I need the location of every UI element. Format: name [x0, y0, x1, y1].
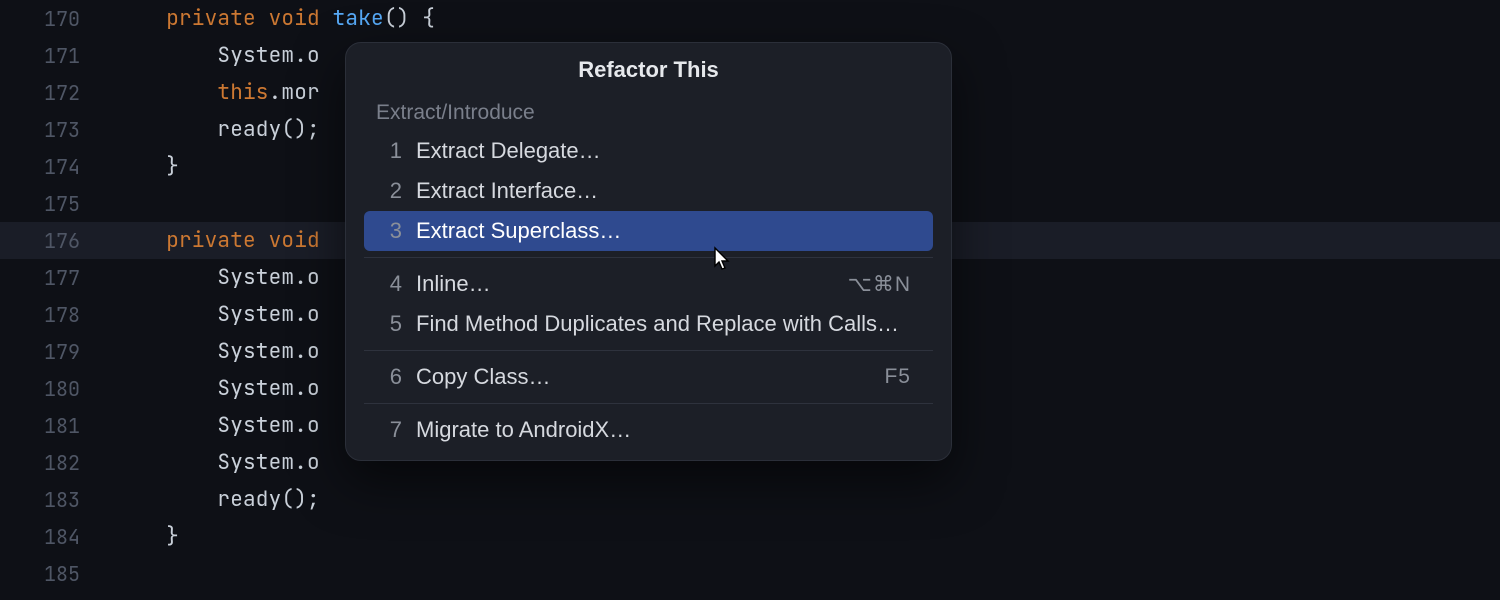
menu-item-label: Migrate to AndroidX… — [416, 417, 911, 443]
menu-item[interactable]: 1Extract Delegate… — [364, 131, 933, 171]
code-text: ready(); — [115, 486, 320, 513]
code-text: System.o — [115, 301, 320, 328]
menu-item-number: 1 — [364, 138, 416, 164]
menu-item-number: 2 — [364, 178, 416, 204]
code-text: System.o — [115, 42, 320, 69]
line-number: 170 — [0, 6, 115, 32]
menu-item-label: Extract Delegate… — [416, 138, 911, 164]
line-number: 181 — [0, 413, 115, 439]
code-text: private void take() { — [115, 5, 435, 32]
menu-item[interactable]: 5Find Method Duplicates and Replace with… — [364, 304, 933, 344]
line-number: 172 — [0, 80, 115, 106]
line-number: 176 — [0, 228, 115, 254]
code-text: System.o — [115, 412, 320, 439]
line-number: 173 — [0, 117, 115, 143]
menu-item[interactable]: 3Extract Superclass… — [364, 211, 933, 251]
code-text: System.o — [115, 338, 320, 365]
line-number: 178 — [0, 302, 115, 328]
menu-item-label: Extract Interface… — [416, 178, 911, 204]
menu-item[interactable]: 4Inline…⌥⌘N — [364, 264, 933, 304]
menu-item-label: Copy Class… — [416, 364, 884, 390]
line-number: 184 — [0, 524, 115, 550]
menu-item-label: Extract Superclass… — [416, 218, 911, 244]
line-number: 183 — [0, 487, 115, 513]
code-text: System.o — [115, 264, 320, 291]
code-text: } — [115, 523, 179, 550]
code-line[interactable]: 185 — [0, 555, 1500, 592]
popup-section-header: Extract/Introduce — [346, 93, 951, 131]
menu-item-number: 6 — [364, 364, 416, 390]
code-text: this.mor — [115, 79, 320, 106]
menu-separator — [364, 257, 933, 258]
menu-separator — [364, 403, 933, 404]
line-number: 180 — [0, 376, 115, 402]
line-number: 182 — [0, 450, 115, 476]
code-text: ready(); — [115, 116, 320, 143]
menu-item-number: 3 — [364, 218, 416, 244]
line-number: 185 — [0, 561, 115, 587]
popup-title: Refactor This — [346, 43, 951, 93]
menu-item-number: 5 — [364, 311, 416, 337]
line-number: 171 — [0, 43, 115, 69]
menu-item-label: Inline… — [416, 271, 848, 297]
line-number: 174 — [0, 154, 115, 180]
menu-separator — [364, 350, 933, 351]
menu-item-shortcut: F5 — [884, 365, 911, 389]
refactor-popup: Refactor This Extract/Introduce 1Extract… — [345, 42, 952, 461]
line-number: 175 — [0, 191, 115, 217]
code-line[interactable]: 170 private void take() { — [0, 0, 1500, 37]
menu-item[interactable]: 2Extract Interface… — [364, 171, 933, 211]
code-text: } — [115, 153, 179, 180]
code-text: System.o — [115, 375, 320, 402]
menu-item[interactable]: 7Migrate to AndroidX… — [364, 410, 933, 450]
code-text: System.o — [115, 449, 320, 476]
menu-item-shortcut: ⌥⌘N — [848, 272, 911, 297]
code-line[interactable]: 183 ready(); — [0, 481, 1500, 518]
menu-item[interactable]: 6Copy Class…F5 — [364, 357, 933, 397]
menu-item-number: 7 — [364, 417, 416, 443]
line-number: 177 — [0, 265, 115, 291]
code-editor[interactable]: 170 private void take() {171 System.o172… — [0, 0, 1500, 600]
code-text: private void — [115, 227, 320, 254]
menu-item-label: Find Method Duplicates and Replace with … — [416, 311, 911, 337]
line-number: 179 — [0, 339, 115, 365]
menu-item-number: 4 — [364, 271, 416, 297]
code-line[interactable]: 184 } — [0, 518, 1500, 555]
